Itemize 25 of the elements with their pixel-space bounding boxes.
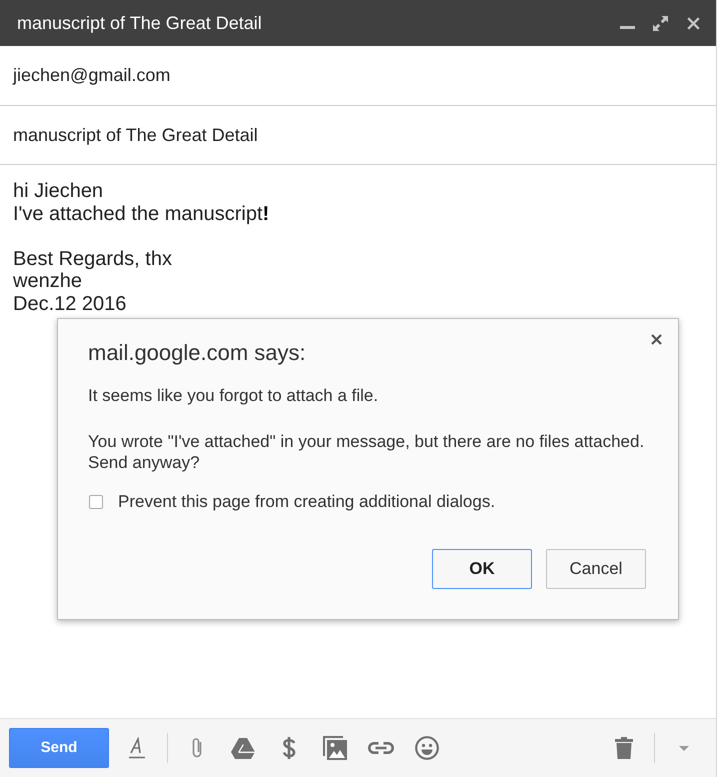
text-format-icon[interactable] <box>128 737 146 759</box>
message-paragraph: hi Jiechen I've attached the manuscript! <box>13 180 270 225</box>
dialog-title: mail.google.com says: <box>88 340 307 366</box>
close-icon[interactable] <box>651 334 662 345</box>
recipient-field[interactable]: jiechen@gmail.com <box>0 46 716 106</box>
ok-button[interactable]: OK <box>432 549 532 589</box>
dialog-message: You wrote "I've attached" in your message, but there are no files attached. Send anyway? <box>88 431 646 473</box>
expand-icon[interactable] <box>653 16 668 30</box>
close-icon[interactable] <box>687 16 700 30</box>
dialog-message: It seems like you forgot to attach a file. <box>88 385 380 406</box>
image-icon[interactable] <box>323 736 347 760</box>
dollar-icon[interactable] <box>282 736 296 760</box>
minimize-icon[interactable] <box>620 26 635 28</box>
message-paragraph: Best Regards, thx wenzhe Dec.12 2016 <box>13 248 173 315</box>
subject-field[interactable]: manuscript of The Great Detail <box>0 106 716 165</box>
link-icon[interactable] <box>368 742 394 754</box>
caret-icon[interactable] <box>679 746 689 750</box>
trash-icon[interactable] <box>615 737 633 759</box>
window-title: manuscript of The Great Detail <box>17 12 262 35</box>
cancel-button[interactable]: Cancel <box>546 549 646 589</box>
triangle-icon[interactable] <box>231 738 255 758</box>
checkbox-label[interactable]: Prevent this page from creating additional dialogs. <box>118 488 496 514</box>
smiley-icon[interactable] <box>415 736 439 760</box>
paperclip-icon[interactable] <box>191 737 203 759</box>
checkbox[interactable] <box>89 494 103 508</box>
